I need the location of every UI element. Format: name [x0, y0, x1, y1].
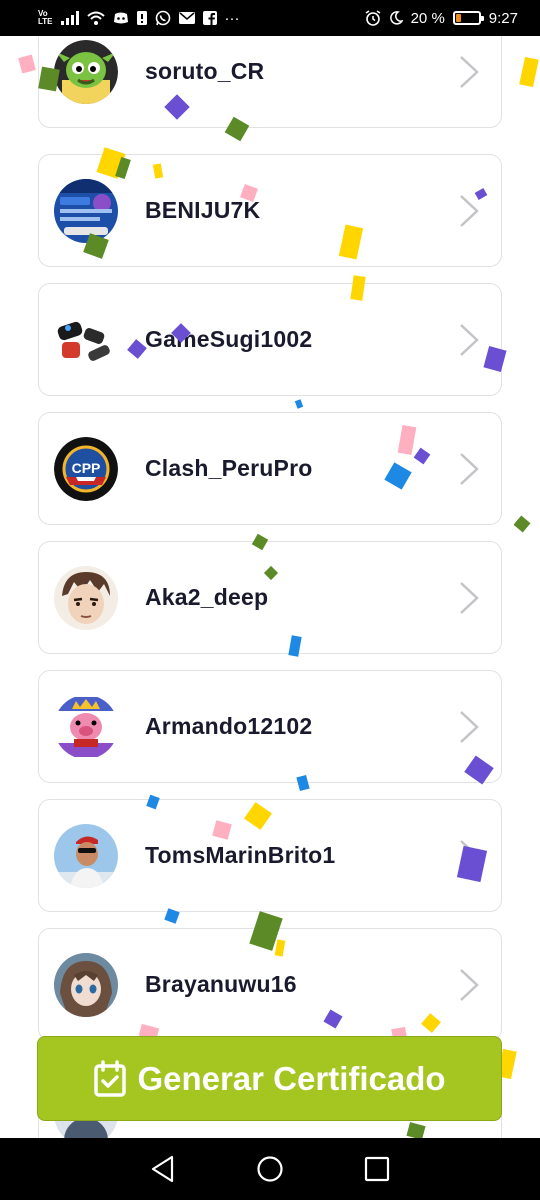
player-card[interactable]: Armando12102 — [38, 670, 502, 783]
chevron-right-icon — [460, 324, 479, 356]
player-card[interactable]: Brayanuwu16 — [38, 928, 502, 1041]
player-name: TomsMarinBrito1 — [145, 842, 336, 868]
chevron-right-icon — [460, 582, 479, 614]
status-bar: Vo LTE ··· 20 % 9:27 — [0, 0, 540, 36]
chevron-right-icon — [460, 56, 479, 88]
home-button[interactable] — [250, 1149, 290, 1189]
player-name: Armando12102 — [145, 713, 313, 739]
anime-girl-avatar — [54, 953, 118, 1017]
player-name: BENIJU7K — [145, 197, 261, 223]
player-name: Aka2_deep — [145, 584, 269, 610]
back-button[interactable] — [143, 1149, 183, 1189]
status-right: 20 % 9:27 — [365, 10, 518, 27]
player-card[interactable]: CPP Clash_PeruPro — [38, 412, 502, 525]
battery-percent: 20 % — [410, 9, 445, 27]
generate-certificate-button[interactable]: Generar Certificado — [37, 1036, 502, 1121]
sim-alert-icon — [136, 11, 147, 25]
player-name: Clash_PeruPro — [145, 455, 313, 481]
photo-person-avatar — [54, 824, 118, 888]
player-name: Brayanuwu16 — [145, 971, 297, 997]
volte-indicator: Vo LTE — [38, 10, 53, 26]
whatsapp-icon — [155, 10, 171, 26]
wifi-icon — [86, 11, 105, 25]
cpp-logo-avatar: CPP — [54, 437, 118, 501]
signal-icon — [60, 11, 79, 25]
battery-fill — [455, 14, 461, 22]
player-card[interactable]: BENIJU7K — [38, 154, 502, 267]
mail-icon — [178, 12, 195, 24]
player-name: GameSugi1002 — [145, 326, 313, 352]
chevron-right-icon — [460, 969, 479, 1001]
volte-bottom: LTE — [38, 17, 53, 26]
chevron-right-icon — [460, 711, 479, 743]
player-name: soruto_CR — [145, 58, 265, 84]
green-goblin-avatar — [54, 40, 118, 104]
controllers-avatar — [54, 308, 118, 372]
alarm-icon — [365, 10, 381, 26]
calendar-check-icon — [94, 1059, 127, 1097]
facebook-icon — [202, 11, 217, 25]
recents-icon — [364, 1156, 389, 1182]
player-card[interactable]: GameSugi1002 — [38, 283, 502, 396]
more-indicator: ··· — [224, 9, 240, 27]
anime-face-avatar — [54, 566, 118, 630]
status-left: Vo LTE ··· — [38, 10, 240, 27]
chevron-right-icon — [460, 195, 479, 227]
back-icon — [152, 1155, 174, 1183]
moon-icon — [389, 11, 403, 25]
chevron-right-icon — [460, 453, 479, 485]
game-screenshot-avatar — [54, 179, 118, 243]
battery-icon — [452, 11, 484, 25]
player-list: soruto_CR BENIJU7K GameSugi1002 CPP Clas… — [0, 36, 540, 1138]
player-card[interactable]: TomsMarinBrito1 — [38, 799, 502, 912]
home-icon — [257, 1156, 283, 1182]
recents-button[interactable] — [357, 1149, 397, 1189]
discord-icon — [113, 12, 129, 24]
navigation-bar — [0, 1138, 540, 1200]
clock: 9:27 — [488, 9, 518, 27]
svg-text:CPP: CPP — [72, 460, 101, 476]
player-card[interactable]: Aka2_deep — [38, 541, 502, 654]
generate-certificate-label: Generar Certificado — [137, 1059, 446, 1097]
player-card[interactable]: soruto_CR — [38, 36, 502, 128]
chevron-right-icon — [460, 840, 479, 872]
pig-king-avatar — [54, 695, 118, 759]
